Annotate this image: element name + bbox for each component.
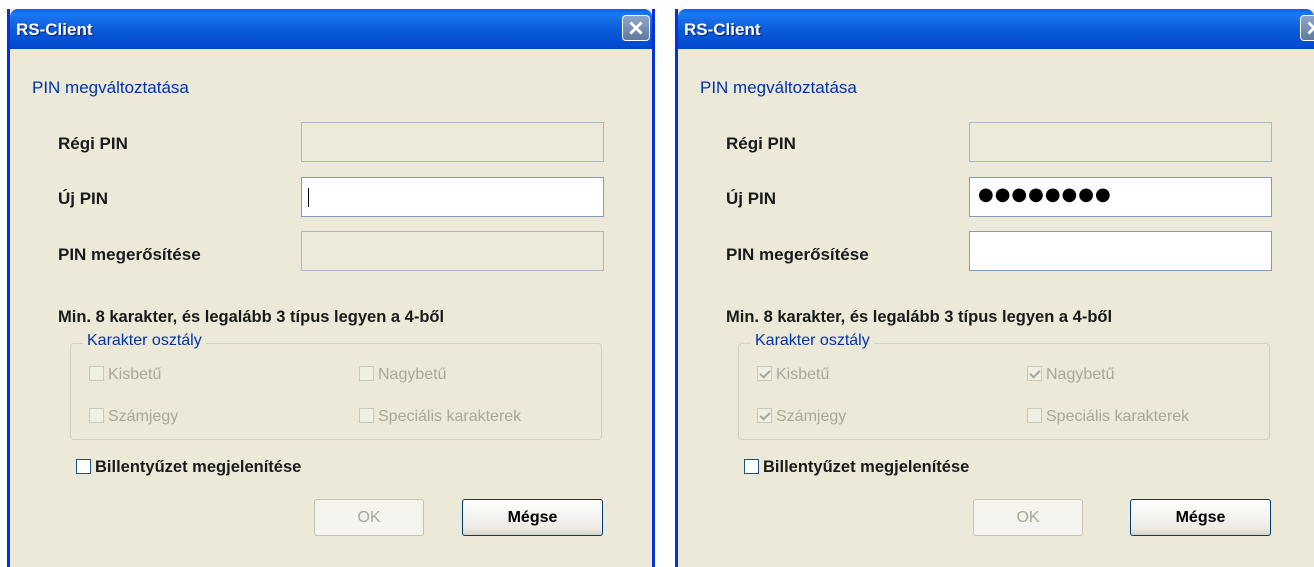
uppercase-label: Nagybetű [1046,366,1115,383]
digit-label: Számjegy [108,408,179,425]
pin-requirement-hint: Min. 8 karakter, és legalább 3 típus leg… [58,308,445,326]
close-button[interactable] [1300,15,1314,41]
digit-checkbox: Számjegy [757,408,846,426]
checkbox-box[interactable] [76,459,91,474]
close-icon [629,21,643,35]
text-caret [308,188,309,207]
uppercase-checkbox: Nagybetű [359,366,447,384]
window-title: RS-Client [16,20,93,39]
confirm-pin-field[interactable] [969,231,1272,271]
new-pin-value: ●●●●●●●● [978,184,1112,205]
special-label: Speciális karakterek [378,408,522,425]
show-keyboard-label: Billentyűzet megjelenítése [95,458,302,476]
confirm-pin-label: PIN megerősítése [726,245,869,264]
new-pin-label: Új PIN [726,189,777,208]
old-pin-field [969,122,1272,162]
lowercase-label: Kisbetű [776,366,830,383]
ok-button: OK [973,499,1083,536]
checkbox-box [89,408,104,423]
special-checkbox: Speciális karakterek [1027,408,1189,426]
lowercase-label: Kisbetű [108,366,162,383]
show-keyboard-checkbox[interactable]: Billentyűzet megjelenítése [744,458,969,477]
uppercase-label: Nagybetű [378,366,447,383]
checkbox-box [1027,366,1042,381]
pin-requirement-hint: Min. 8 karakter, és legalább 3 típus leg… [726,308,1113,326]
window-title: RS-Client [684,20,761,39]
uppercase-checkbox: Nagybetű [1027,366,1115,384]
character-class-group: Karakter osztály Kisbetű Nagybetű Számje… [738,332,1270,440]
checkbox-box[interactable] [744,459,759,474]
lowercase-checkbox: Kisbetű [757,366,829,384]
new-pin-field[interactable]: ●●●●●●●● [969,177,1272,217]
pin-change-dialog: RS-Client PIN megváltoztatása Régi PIN Ú… [675,9,1314,567]
old-pin-label: Régi PIN [58,134,128,153]
title-bar[interactable]: RS-Client [10,9,652,49]
show-keyboard-checkbox[interactable]: Billentyűzet megjelenítése [76,458,301,477]
digit-checkbox: Számjegy [89,408,178,426]
special-label: Speciális karakterek [1046,408,1190,425]
digit-label: Számjegy [776,408,847,425]
new-pin-label: Új PIN [58,189,109,208]
section-title: PIN megváltoztatása [32,78,189,97]
section-title: PIN megváltoztatása [700,78,857,97]
checkbox-box [1027,408,1042,423]
confirm-pin-field [301,231,604,271]
lowercase-checkbox: Kisbetű [89,366,161,384]
checkbox-box [757,366,772,381]
pin-change-dialog: RS-Client PIN megváltoztatása Régi PIN Ú… [7,9,655,567]
old-pin-field [301,122,604,162]
checkbox-box [757,408,772,423]
new-pin-field[interactable] [301,177,604,217]
confirm-pin-label: PIN megerősítése [58,245,201,264]
old-pin-label: Régi PIN [726,134,796,153]
character-class-group: Karakter osztály Kisbetű Nagybetű Számje… [70,332,602,440]
checkbox-box [359,408,374,423]
group-title: Karakter osztály [751,332,874,350]
close-icon [1307,21,1314,35]
ok-button: OK [314,499,424,536]
checkbox-box [359,366,374,381]
title-bar[interactable]: RS-Client [678,9,1314,49]
close-button[interactable] [622,15,650,41]
show-keyboard-label: Billentyűzet megjelenítése [763,458,970,476]
group-title: Karakter osztály [83,332,206,350]
special-checkbox: Speciális karakterek [359,408,521,426]
checkbox-box [89,366,104,381]
cancel-button[interactable]: Mégse [462,499,603,536]
cancel-button[interactable]: Mégse [1130,499,1271,536]
